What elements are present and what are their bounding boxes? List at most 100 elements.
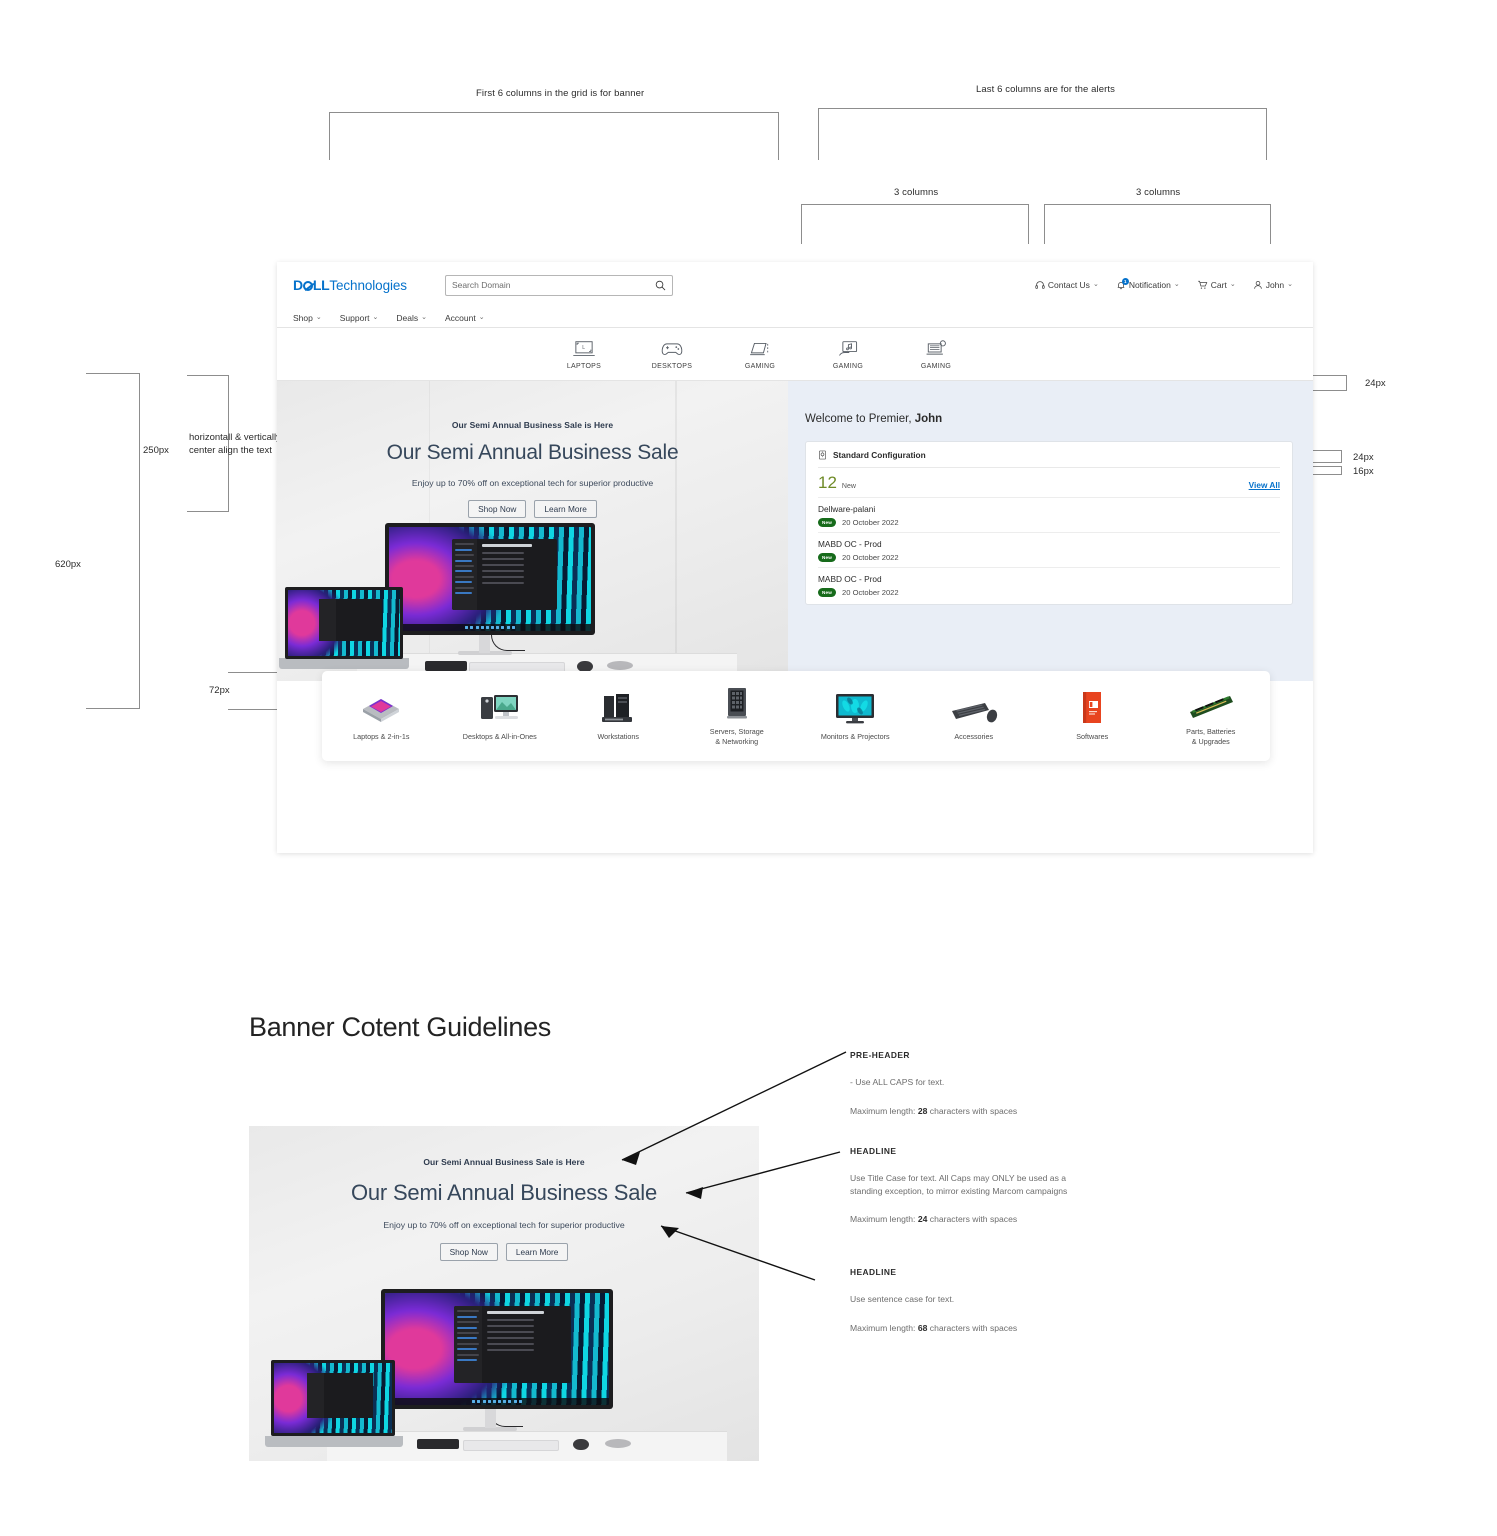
utility-label: Contact Us <box>1047 280 1090 290</box>
utility-label: John <box>1265 280 1285 290</box>
category-shortcut-strip: Laptops & 2-in-1s Desktops & All-in-Ones <box>322 671 1270 761</box>
category-accessories[interactable]: Accessories <box>915 691 1034 742</box>
guideline-rule: Use sentence case for text. <box>850 1294 955 1304</box>
alerts-count-label: New <box>841 483 856 490</box>
monitor-screen <box>385 1293 609 1405</box>
chevron-down-icon: ⌄ <box>315 313 322 321</box>
utility-contact-us[interactable]: Contact Us ⌄ <box>1035 280 1099 290</box>
chevron-down-icon: ⌄ <box>421 313 427 321</box>
category-desktops-aio[interactable]: Desktops & All-in-Ones <box>441 691 560 742</box>
guideline-max-length: Maximum length: 24 characters with space… <box>850 1213 1100 1226</box>
search-input[interactable] <box>451 280 655 290</box>
max-suffix: characters with spaces <box>927 1105 1018 1116</box>
guideline-rule: - Use ALL CAPS for text. <box>850 1077 945 1087</box>
guideline-heading: HEADLINE <box>850 1146 897 1156</box>
software-art <box>1077 691 1107 725</box>
category-softwares[interactable]: Softwares <box>1033 691 1152 742</box>
guideline-block-pre-header: PRE-HEADER - Use ALL CAPS for text. Maxi… <box>850 1050 1100 1117</box>
utility-cart[interactable]: Cart ⌄ <box>1197 280 1236 290</box>
learn-more-button[interactable]: Learn More <box>534 500 597 518</box>
monitor-music-icon <box>839 340 858 356</box>
guideline-block-subhead: HEADLINE Use sentence case for text. Max… <box>850 1267 1100 1334</box>
alert-list-item[interactable]: Dellware-palani New 20 October 2022 <box>818 497 1280 532</box>
search-icon[interactable] <box>655 280 666 291</box>
icon-nav-gaming-2[interactable]: GAMING <box>824 339 872 370</box>
category-workstations[interactable]: Workstations <box>559 691 678 742</box>
banner-headline: Our Semi Annual Business Sale <box>386 441 679 464</box>
mouse <box>573 1439 589 1450</box>
chevron-down-icon: ⌄ <box>372 313 379 321</box>
user-icon <box>1253 280 1262 289</box>
guideline-block-headline: HEADLINE Use Title Case for text. All Ca… <box>850 1146 1100 1226</box>
category-parts-batteries[interactable]: Parts, Batteries & Upgrades <box>1152 686 1271 747</box>
alerts-panel: Welcome to Premier, John Standard Config… <box>788 381 1313 681</box>
icon-nav-desktops[interactable]: DESKTOPS <box>648 339 696 370</box>
keyboard <box>463 1440 559 1451</box>
desk-puck <box>607 661 633 670</box>
alert-list-item[interactable]: MABD OC - Prod New 20 October 2022 <box>818 532 1280 567</box>
spec-canvas: First 6 columns in the grid is for banne… <box>0 0 1497 1536</box>
dell-logo[interactable]: D LL Technologies <box>293 277 407 293</box>
category-label: Parts, Batteries & Upgrades <box>1186 726 1236 746</box>
utility-label: Notification <box>1128 280 1171 290</box>
window-content <box>482 1306 571 1382</box>
banner-pre-header: Our Semi Annual Business Sale is Here <box>423 1157 585 1167</box>
card-header: Standard Configuration <box>818 450 1280 467</box>
shop-now-button[interactable]: Shop Now <box>439 1243 498 1261</box>
status-badge: New <box>818 518 837 527</box>
laptop-device <box>271 1360 395 1436</box>
logo-dell-text2: LL <box>312 277 330 293</box>
windows-security-window <box>451 539 557 611</box>
icon-nav-gaming-3[interactable]: GAMING <box>912 339 960 370</box>
category-label: Softwares <box>1076 731 1109 741</box>
nav-label: Account <box>445 312 476 323</box>
nav-item-support[interactable]: Support ⌄ <box>340 313 379 323</box>
max-prefix: Maximum length: <box>850 1105 918 1116</box>
measure-alerts-card-16px: 16px <box>1353 466 1374 477</box>
banner-subhead: Enjoy up to 70% off on exceptional tech … <box>411 478 654 488</box>
nav-item-deals[interactable]: Deals ⌄ <box>396 313 427 323</box>
category-monitors-projectors[interactable]: Monitors & Projectors <box>796 691 915 742</box>
view-all-link[interactable]: View All <box>1249 480 1280 490</box>
alert-date: 20 October 2022 <box>842 553 899 562</box>
monitor-device <box>385 523 595 635</box>
banner-button-row: Shop Now Learn More <box>249 1243 759 1261</box>
nav-item-account[interactable]: Account ⌄ <box>445 313 485 323</box>
max-suffix: characters with spaces <box>927 1214 1018 1224</box>
utility-notification[interactable]: 1 Notification ⌄ <box>1116 277 1180 291</box>
max-suffix: characters with spaces <box>927 1322 1018 1333</box>
guideline-max-length: Maximum length: 68 characters with space… <box>850 1322 1100 1335</box>
category-label: Accessories <box>954 731 994 741</box>
keyboard-clock-icon <box>926 339 946 355</box>
alerts-count-row: 12 New View All <box>818 467 1280 497</box>
annotation-alerts-columns: Last 6 columns are for the alerts <box>976 84 1116 95</box>
max-prefix: Maximum length: <box>850 1322 918 1333</box>
icon-nav-gaming-1[interactable]: GAMING <box>736 339 784 370</box>
banner-product-photo <box>277 521 788 681</box>
category-laptops-2in1[interactable]: Laptops & 2-in-1s <box>322 691 441 742</box>
monitor-stand <box>485 1406 496 1428</box>
learn-more-button[interactable]: Learn More <box>505 1243 569 1261</box>
main-nav: Shop ⌄ Support ⌄ Deals ⌄ Account ⌄ <box>277 308 1313 328</box>
banner-copy: Our Semi Annual Business Sale is Here Ou… <box>277 381 788 518</box>
annotation-three-columns-right: 3 columns <box>1136 187 1181 198</box>
utility-account[interactable]: John ⌄ <box>1253 280 1293 290</box>
category-icon-nav: L LAPTOPS DESKTOPS GAMING GAMING GAMING <box>277 328 1313 381</box>
alert-meta: New 20 October 2022 <box>818 588 1280 597</box>
icon-nav-laptops[interactable]: L LAPTOPS <box>560 339 608 370</box>
standard-configuration-card: Standard Configuration 12 New View All D… <box>805 441 1293 605</box>
shop-now-button[interactable]: Shop Now <box>468 500 527 518</box>
category-servers-storage[interactable]: Servers, Storage & Networking <box>678 686 797 747</box>
notification-badge: 1 <box>1121 277 1129 285</box>
annotation-three-columns-left: 3 columns <box>894 187 939 198</box>
page-title: Banner Cotent Guidelines <box>249 1012 551 1042</box>
utility-label: Cart <box>1210 280 1227 290</box>
memory-art <box>1186 686 1236 720</box>
nav-item-shop[interactable]: Shop ⌄ <box>293 313 322 323</box>
search-box[interactable] <box>444 274 673 296</box>
max-value: 68 <box>917 1322 928 1333</box>
icon-nav-label: GAMING <box>744 362 776 370</box>
alert-list-item[interactable]: MABD OC - Prod New 20 October 2022 <box>818 567 1280 602</box>
window-content <box>477 539 557 610</box>
laptop-icon: L <box>573 340 595 356</box>
